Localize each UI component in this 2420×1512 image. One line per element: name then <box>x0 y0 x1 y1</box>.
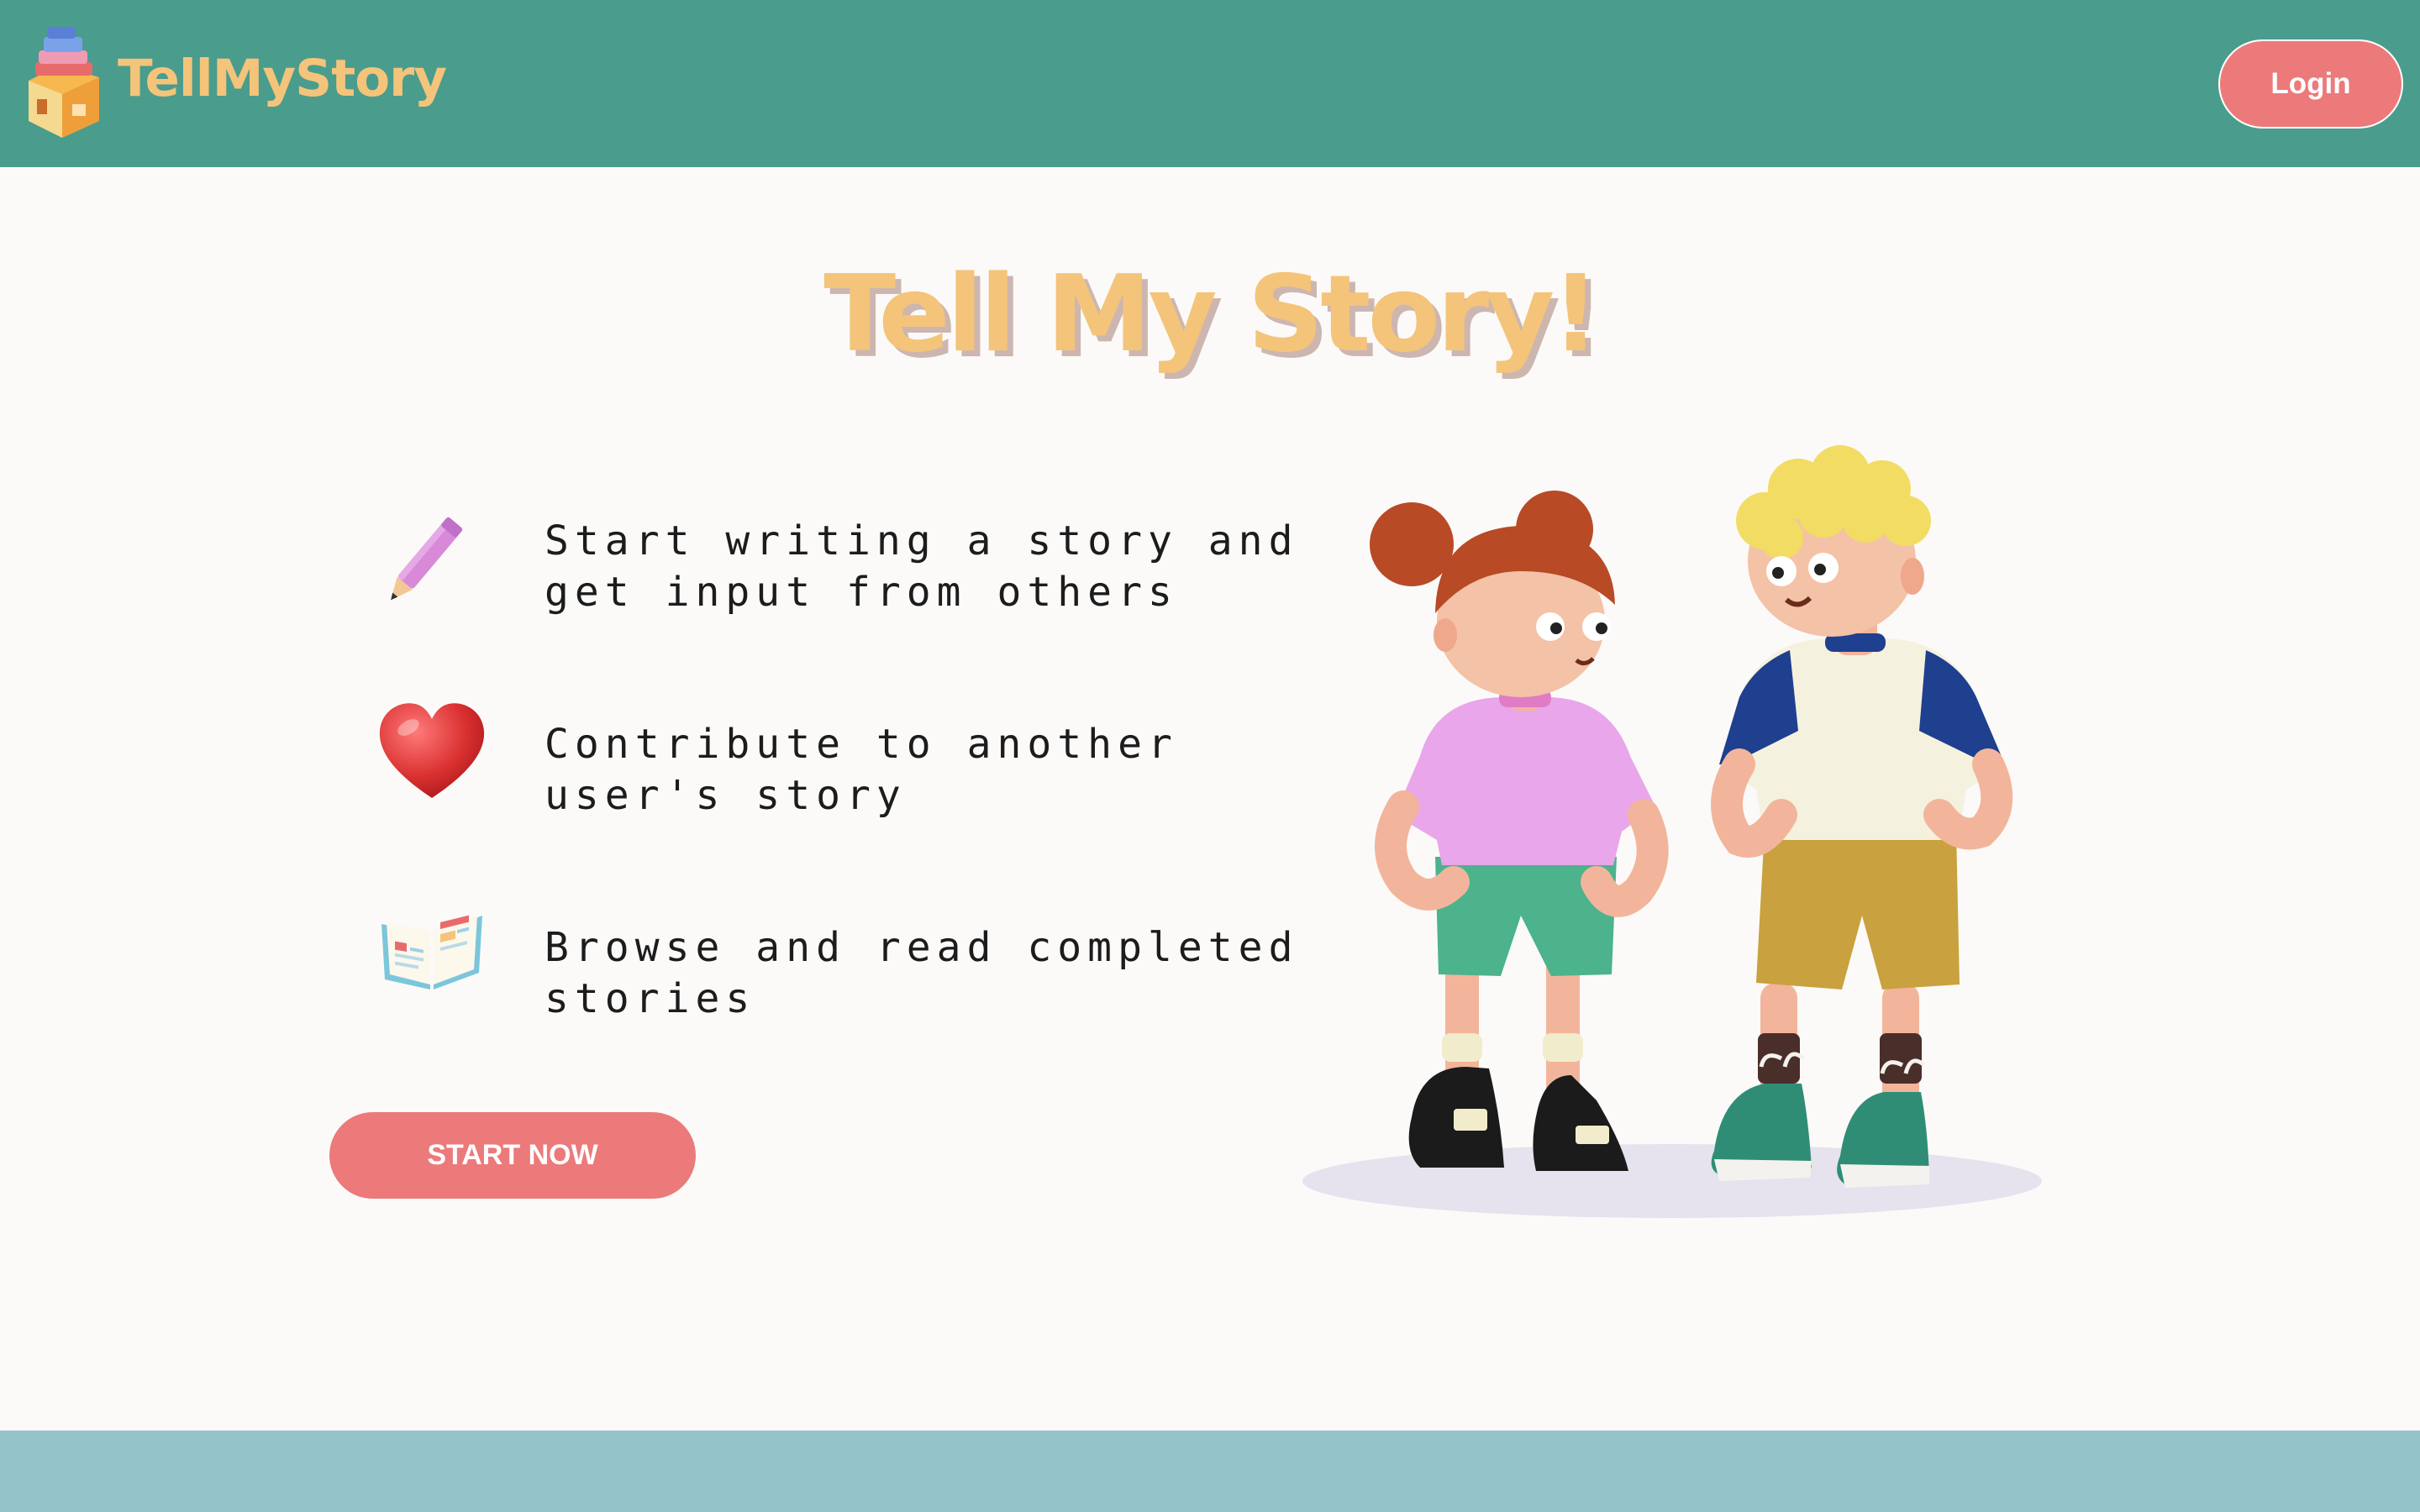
brand-name[interactable]: TellMyStory <box>118 49 447 108</box>
boy-figure <box>1711 445 2013 1188</box>
girl-figure <box>1370 491 1669 1171</box>
page-title: Tell My Story! <box>823 252 1600 375</box>
feature-write-line2: get input from others <box>544 569 1178 616</box>
open-book-icon <box>381 915 482 990</box>
feature-write-line1: Start writing a story and <box>544 517 1299 564</box>
footer-bar <box>0 1431 2420 1512</box>
feature-browse-line1: Browse and read completed <box>544 924 1299 971</box>
heart-icon <box>379 703 485 798</box>
kids-illustration <box>1302 445 2042 1218</box>
top-navigation-bar: TellMyStory Login <box>0 0 2420 167</box>
feature-contribute-line2: user's story <box>544 772 907 819</box>
pencil-icon <box>391 517 463 601</box>
books-stack-icon[interactable] <box>22 22 109 139</box>
feature-browse-line2: stories <box>544 975 756 1022</box>
feature-contribute-line1: Contribute to another <box>544 721 1178 768</box>
feature-contribute-text: Contribute to another user's story <box>544 719 1301 822</box>
feature-browse-text: Browse and read completed stories <box>544 922 1301 1025</box>
feature-write-text: Start writing a story and get input from… <box>544 516 1301 618</box>
login-button[interactable]: Login <box>2218 39 2403 129</box>
start-now-button[interactable]: START NOW <box>329 1112 696 1199</box>
